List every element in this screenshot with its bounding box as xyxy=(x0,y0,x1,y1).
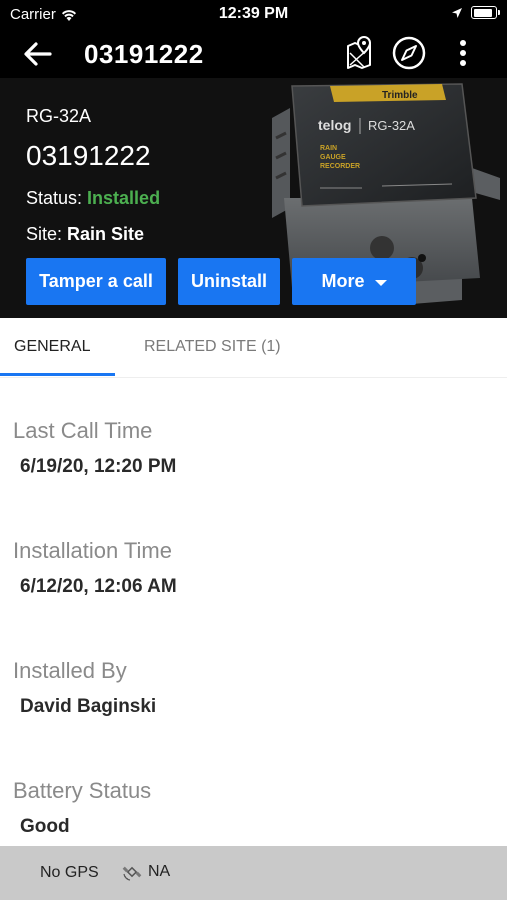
tab-related-site[interactable]: RELATED SITE (1) xyxy=(144,338,281,356)
compass-icon[interactable] xyxy=(392,35,426,71)
battery-level xyxy=(473,8,492,17)
device-serial: 03191222 xyxy=(26,140,151,171)
installation-time-label: Installation Time xyxy=(13,538,172,563)
chevron-down-icon xyxy=(374,279,387,286)
clock: 12:39 PM xyxy=(218,5,289,22)
page-title: 03191222 xyxy=(84,39,204,69)
map-pin-icon[interactable] xyxy=(344,35,378,71)
device-desc-line-3: RECORDER xyxy=(320,163,360,170)
installed-by-label: Installed By xyxy=(13,658,127,683)
battery-status-value: Good xyxy=(20,816,70,837)
site-value: Rain Site xyxy=(67,224,145,244)
device-desc-line-1: RAIN xyxy=(320,145,337,152)
satellite-icon xyxy=(122,866,142,881)
footer-status-bar: No GPS NA xyxy=(0,846,507,900)
device-desc-line-2: GAUGE xyxy=(320,154,346,161)
active-tab-indicator xyxy=(0,373,115,376)
last-call-time-value: 6/19/20, 12:20 PM xyxy=(20,456,177,477)
battery-status-label: Battery Status xyxy=(13,778,152,803)
installation-time-value: 6/12/20, 12:06 AM xyxy=(20,576,177,597)
tab-bar: GENERAL RELATED SITE (1) xyxy=(0,318,507,378)
tab-general[interactable]: GENERAL xyxy=(14,338,90,356)
status-label: Status: xyxy=(26,188,83,208)
site-label: Site: xyxy=(26,224,63,244)
device-logo-text: telog xyxy=(318,117,351,133)
last-call-time-label: Last Call Time xyxy=(13,418,153,443)
tamper-call-button[interactable]: Tamper a call xyxy=(26,258,166,305)
device-status: Status: Installed xyxy=(26,188,160,209)
battery-icon xyxy=(471,6,500,19)
location-arrow-icon xyxy=(452,7,462,18)
signal-status: NA xyxy=(122,862,170,882)
back-arrow-icon[interactable] xyxy=(22,38,54,70)
signal-value: NA xyxy=(148,863,171,880)
more-button[interactable]: More xyxy=(292,258,416,305)
installed-by-value: David Baginski xyxy=(20,696,157,717)
status-right xyxy=(451,6,500,19)
status-value: Installed xyxy=(87,188,161,208)
device-brand-text: Trimble xyxy=(382,90,418,101)
device-header: Trimble telog RG-32A RAIN GAUGE RECORDER… xyxy=(0,78,507,318)
device-site: Site: Rain Site xyxy=(26,224,144,245)
status-bar: Carrier 12:39 PM xyxy=(0,0,507,30)
more-vertical-icon[interactable] xyxy=(446,35,480,71)
device-model: RG-32A xyxy=(26,106,92,126)
more-button-label: More xyxy=(321,271,365,291)
uninstall-button[interactable]: Uninstall xyxy=(178,258,280,305)
gps-status: No GPS xyxy=(40,864,99,881)
device-model-text: RG-32A xyxy=(368,118,415,133)
app-bar: 03191222 xyxy=(0,30,507,78)
